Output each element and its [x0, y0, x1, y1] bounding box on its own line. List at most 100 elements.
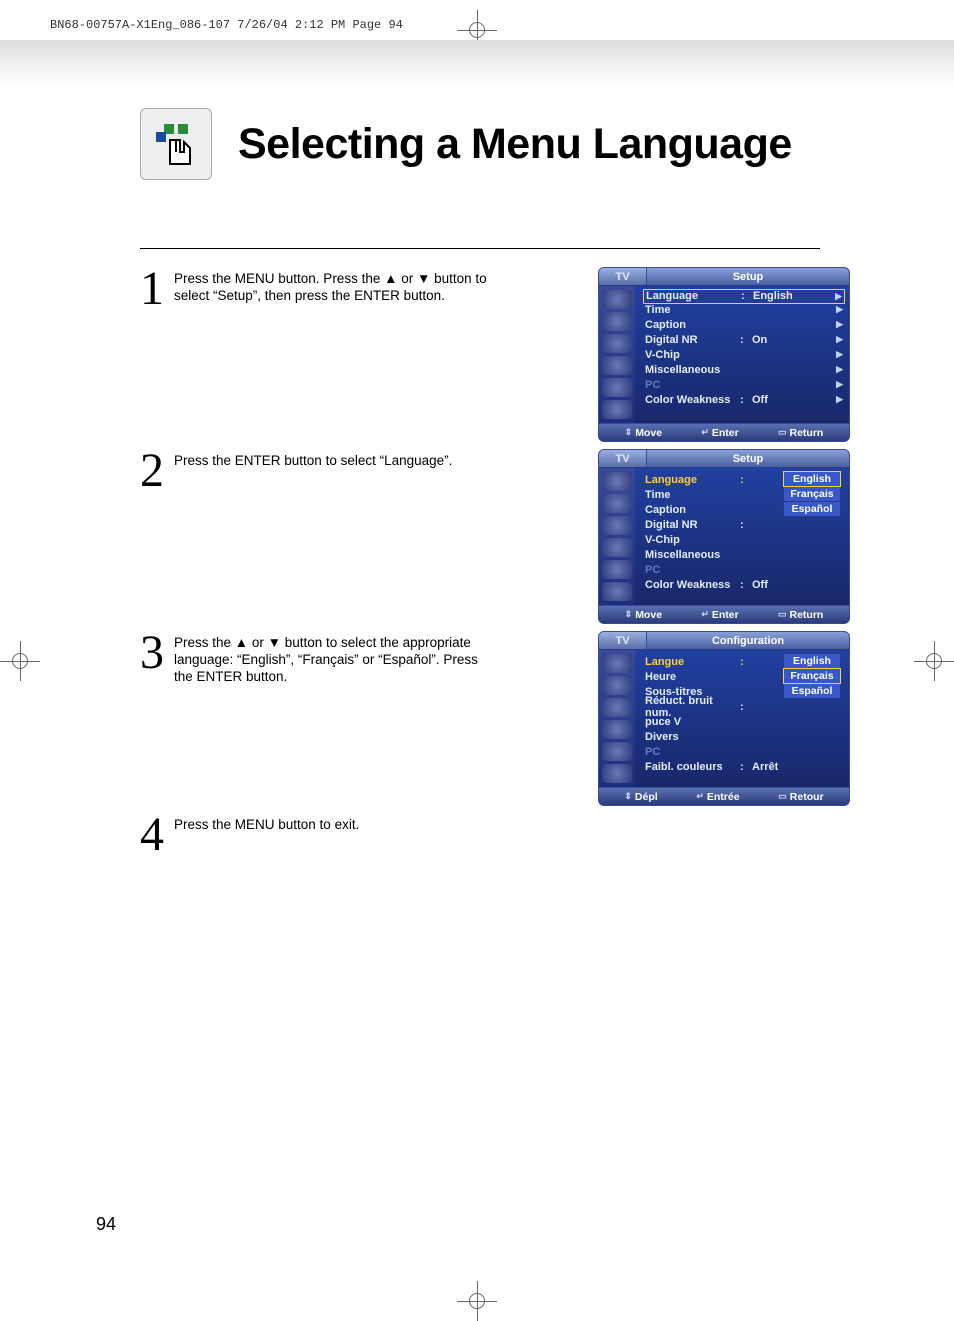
osd-row: PC ▶: [645, 377, 843, 392]
language-option[interactable]: Français: [783, 668, 841, 684]
osd-row: Digital NR :: [645, 517, 843, 532]
language-option[interactable]: English: [783, 471, 841, 487]
osd-footer: ⇕ Move ↵ Enter ▭ Return: [599, 423, 849, 441]
step-2: 2 Press the ENTER button to select “Lang…: [140, 449, 820, 621]
hint-enter: ↵ Entrée: [696, 791, 739, 803]
osd-label: Language: [645, 474, 740, 486]
osd-colon: :: [740, 474, 752, 486]
osd-label: Time: [645, 489, 740, 501]
osd-sidebar: [599, 286, 635, 423]
enter-icon: ↵: [701, 609, 709, 620]
osd-label: V-Chip: [645, 534, 740, 546]
osd-row: Language : English ▶: [643, 289, 845, 304]
hint-return: ▭ Retour: [778, 791, 823, 803]
osd-list: Language : Time Caption Digital NR : V-C…: [635, 468, 849, 605]
osd-row: Color Weakness : Off ▶: [645, 392, 843, 407]
step-text: Press the ENTER button to select “Langua…: [174, 453, 494, 470]
page-number: 94: [96, 1214, 116, 1235]
osd-row: Divers: [645, 729, 843, 744]
osd-value: Arrêt: [752, 761, 843, 773]
divider: [140, 248, 820, 249]
osd-colon: :: [741, 290, 753, 302]
chevron-right-icon: ▶: [836, 394, 843, 405]
osd-label: PC: [645, 564, 740, 576]
osd-row: Réduct. bruit num. :: [645, 699, 843, 714]
osd-sidebar: [599, 650, 635, 787]
crop-mark-bottom: [457, 1281, 497, 1321]
hint-move: ⇕ Move: [625, 609, 662, 621]
osd-row: V-Chip ▶: [645, 347, 843, 362]
hint-enter: ↵ Enter: [701, 609, 738, 621]
chevron-right-icon: ▶: [836, 364, 843, 375]
language-option[interactable]: Español: [783, 683, 841, 699]
osd-label: V-Chip: [645, 349, 740, 361]
osd-value: English: [753, 290, 835, 302]
osd-colon: :: [740, 656, 752, 668]
osd-label: Language: [646, 290, 741, 302]
hint-move: ⇕ Move: [625, 427, 662, 439]
crop-header: BN68-00757A-X1Eng_086-107 7/26/04 2:12 P…: [50, 18, 403, 32]
return-icon: ▭: [778, 609, 787, 620]
osd-row: PC: [645, 744, 843, 759]
osd-list: Langue : Heure Sous-titres Réduct. bruit…: [635, 650, 849, 787]
updown-icon: ⇕: [625, 427, 633, 438]
osd-row: Faibl. couleurs : Arrêt: [645, 759, 843, 774]
osd-row: V-Chip: [645, 532, 843, 547]
osd-tv-label: TV: [599, 450, 647, 467]
return-icon: ▭: [778, 791, 787, 802]
osd-label: Time: [645, 304, 740, 316]
updown-icon: ⇕: [624, 791, 632, 802]
osd-colon: :: [740, 579, 752, 591]
osd-label: Caption: [645, 319, 740, 331]
osd-label: Divers: [645, 731, 740, 743]
osd-label: Langue: [645, 656, 740, 668]
osd-row: PC: [645, 562, 843, 577]
osd-colon: :: [740, 394, 752, 406]
osd-label: Miscellaneous: [645, 549, 740, 561]
osd-category-icon: [602, 378, 632, 397]
osd-list: Language : English ▶ Time ▶ Caption ▶ Di…: [635, 286, 849, 423]
osd-setup-1: TV Setup Language : English ▶ Time ▶ Cap…: [598, 267, 850, 442]
osd-label: puce V: [645, 716, 740, 728]
step-text: Press the MENU button to exit.: [174, 817, 494, 834]
osd-label: Heure: [645, 671, 740, 683]
osd-category-icon: [602, 334, 632, 353]
osd-colon: :: [740, 519, 752, 531]
osd-label: Digital NR: [645, 334, 740, 346]
osd-label: Miscellaneous: [645, 364, 740, 376]
step-number: 1: [140, 267, 174, 310]
enter-icon: ↵: [696, 791, 704, 802]
osd-title: Setup: [647, 271, 849, 283]
osd-value: Off: [752, 579, 843, 591]
language-option[interactable]: Español: [783, 501, 841, 517]
return-icon: ▭: [778, 427, 787, 438]
osd-title: Configuration: [647, 635, 849, 647]
osd-colon: :: [740, 701, 752, 713]
osd-setup-2: TV Setup Language : Time Caption Digital…: [598, 449, 850, 624]
osd-configuration: TV Configuration Langue : Heure Sous-tit…: [598, 631, 850, 806]
header-gradient: [0, 40, 954, 85]
osd-category-icon: [602, 494, 632, 513]
osd-label: Faibl. couleurs: [645, 761, 740, 773]
osd-footer: ⇕ Dépl ↵ Entrée ▭ Retour: [599, 787, 849, 805]
updown-icon: ⇕: [625, 609, 633, 620]
step-number: 4: [140, 813, 174, 856]
osd-label: Caption: [645, 504, 740, 516]
osd-category-icon: [602, 400, 632, 419]
step-text: Press the ▲ or ▼ button to select the ap…: [174, 635, 494, 686]
osd-category-icon: [602, 720, 632, 739]
osd-category-icon: [602, 538, 632, 557]
osd-category-icon: [602, 290, 632, 309]
osd-row: puce V: [645, 714, 843, 729]
osd-row: Miscellaneous ▶: [645, 362, 843, 377]
osd-category-icon: [602, 582, 632, 601]
language-option[interactable]: English: [783, 653, 841, 669]
hint-enter: ↵ Enter: [701, 427, 738, 439]
hint-return: ▭ Return: [778, 427, 823, 439]
language-option[interactable]: Français: [783, 486, 841, 502]
osd-footer: ⇕ Move ↵ Enter ▭ Return: [599, 605, 849, 623]
language-dropdown: EnglishFrançaisEspañol: [783, 653, 841, 698]
osd-row: Time ▶: [645, 302, 843, 317]
chevron-right-icon: ▶: [835, 291, 842, 302]
osd-tv-label: TV: [599, 268, 647, 285]
